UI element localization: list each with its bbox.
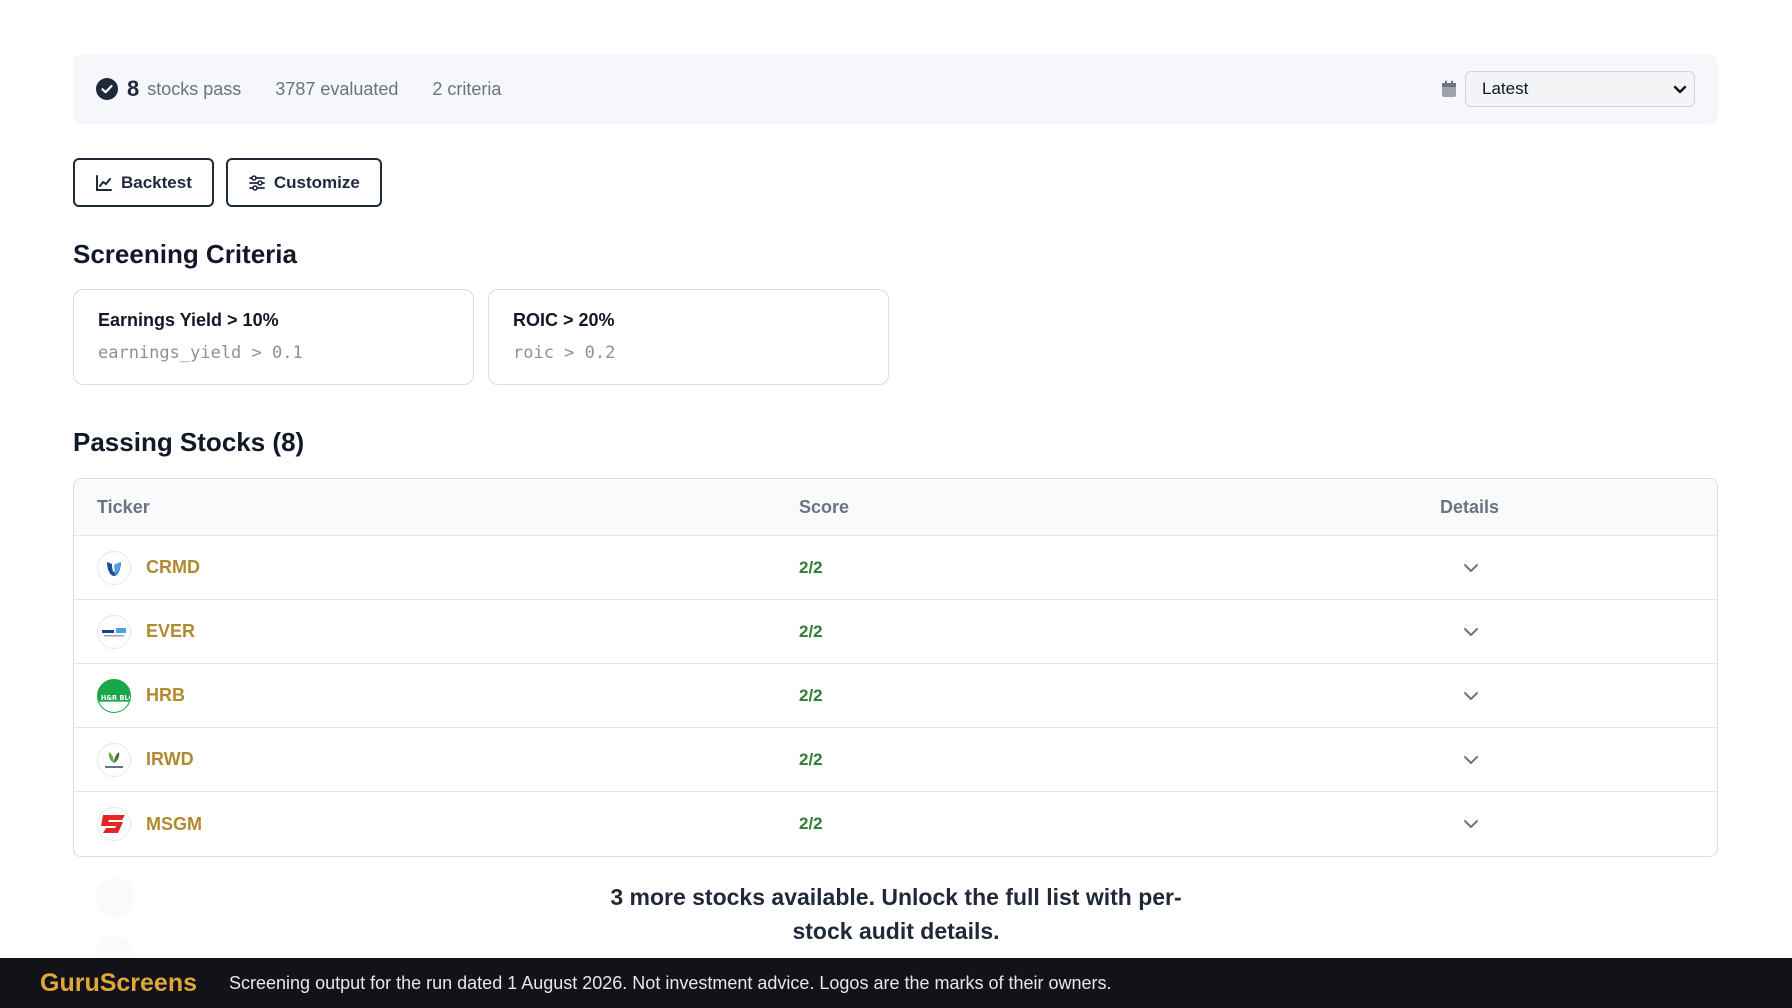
pass-label: stocks pass [147, 78, 242, 99]
table-row[interactable]: EVER 2/2 [74, 600, 1717, 664]
ticker-link[interactable]: MSGM [146, 814, 202, 835]
score-value: 2/2 [799, 685, 823, 705]
date-picker: Latest [1441, 71, 1695, 107]
table-row[interactable]: CRMD 2/2 [74, 536, 1717, 600]
evaluated-count: 3787 evaluated [275, 78, 399, 99]
criterion-expression: roic > 0.2 [513, 343, 616, 363]
msgm-logo-icon [97, 807, 131, 841]
chevron-down-icon[interactable] [1461, 558, 1481, 578]
summary-bar: 8 stocks pass 3787 evaluated 2 criteria … [73, 54, 1718, 124]
customize-button[interactable]: Customize [225, 158, 382, 207]
hrb-logo-text: H&R BLOCK [101, 694, 130, 702]
criteria-count: 2 criteria [432, 78, 502, 99]
chevron-down-icon[interactable] [1461, 814, 1481, 834]
table-row[interactable]: MSGM 2/2 [74, 792, 1717, 856]
score-value: 2/2 [799, 557, 823, 577]
date-select[interactable]: Latest [1465, 71, 1695, 107]
hrb-logo-icon: H&R BLOCK [97, 679, 131, 713]
backtest-label: Backtest [121, 172, 192, 192]
date-select-value: Latest [1482, 79, 1529, 98]
brand-logo[interactable]: GuruScreens [40, 969, 197, 998]
score-value: 2/2 [799, 749, 823, 769]
action-buttons: Backtest Customize [73, 158, 1718, 207]
table-row[interactable]: H&R BLOCK HRB 2/2 [74, 664, 1717, 728]
table-header: Ticker Score Details [74, 479, 1717, 536]
criterion-card: ROIC > 20% roic > 0.2 [488, 289, 889, 385]
chevron-down-icon[interactable] [1461, 686, 1481, 706]
ticker-link[interactable]: EVER [146, 621, 195, 642]
passing-title: Passing Stocks (8) [73, 427, 305, 457]
score-value: 2/2 [799, 814, 823, 833]
passing-stocks-table: Ticker Score Details CRMD 2/2 EVER 2/2 H… [73, 478, 1718, 857]
ticker-link[interactable]: CRMD [146, 557, 200, 578]
criterion-name: ROIC > 20% [513, 310, 615, 330]
sliders-icon [248, 174, 266, 192]
check-circle-icon [96, 78, 118, 100]
footer-bar: GuruScreens Screening output for the run… [0, 958, 1792, 1008]
line-chart-icon [95, 174, 113, 192]
criterion-expression: earnings_yield > 0.1 [98, 343, 303, 363]
irwd-logo-icon [97, 743, 131, 777]
table-row[interactable]: IRWD 2/2 [74, 728, 1717, 792]
pass-count: 8 [127, 76, 140, 101]
column-score: Score [799, 496, 850, 517]
screen-results-page: 8 stocks pass 3787 evaluated 2 criteria … [73, 54, 1718, 857]
calendar-icon [1441, 80, 1457, 98]
unlock-message: 3 more stocks available. Unlock the full… [610, 884, 1182, 944]
criterion-card: Earnings Yield > 10% earnings_yield > 0.… [73, 289, 474, 385]
score-value: 2/2 [799, 621, 823, 641]
blurred-logo [95, 878, 135, 918]
criteria-title: Screening Criteria [73, 239, 297, 269]
chevron-down-icon [1672, 81, 1688, 97]
ever-logo-icon [97, 615, 131, 649]
ticker-link[interactable]: HRB [146, 685, 185, 706]
criterion-name: Earnings Yield > 10% [98, 310, 279, 330]
footer-note: Screening output for the run dated 1 Aug… [229, 972, 1112, 993]
backtest-button[interactable]: Backtest [73, 158, 214, 207]
crmd-logo-icon [97, 551, 131, 585]
column-details: Details [1440, 496, 1500, 517]
chevron-down-icon[interactable] [1461, 750, 1481, 770]
column-ticker: Ticker [97, 496, 150, 517]
customize-label: Customize [273, 172, 360, 192]
chevron-down-icon[interactable] [1461, 622, 1481, 642]
ticker-link[interactable]: IRWD [146, 749, 194, 770]
criteria-list: Earnings Yield > 10% earnings_yield > 0.… [73, 289, 1718, 385]
